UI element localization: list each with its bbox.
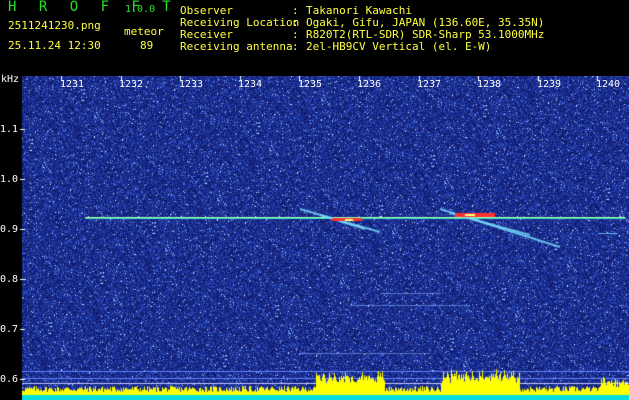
y-tick-label: 0.8 xyxy=(0,274,19,285)
app-version: 1.0.0 xyxy=(125,4,156,15)
header-panel: H R O F F T 1.0.0 2511241230.png 25.11.2… xyxy=(0,0,629,76)
x-tick-label: 1232 xyxy=(119,79,144,90)
x-tick-label: 1236 xyxy=(357,79,382,90)
axis-unit-label: kHz xyxy=(1,74,20,85)
image-datetime: 25.11.24 12:30 xyxy=(8,39,101,52)
meteor-count: 89 xyxy=(140,39,154,52)
y-tick-label: 0.6 xyxy=(0,374,19,385)
meteor-label: meteor xyxy=(124,25,164,38)
image-filename: 2511241230.png xyxy=(8,19,101,32)
x-tick-label: 1234 xyxy=(238,79,263,90)
x-tick-label: 1238 xyxy=(477,79,502,90)
y-tick-label: 0.7 xyxy=(0,324,19,335)
y-tick-label: 0.9 xyxy=(0,224,19,235)
x-tick-label: 1231 xyxy=(60,79,85,90)
x-tick-label: 1233 xyxy=(179,79,204,90)
y-tick-label: 1.0 xyxy=(0,174,19,185)
x-tick-label: 1239 xyxy=(537,79,562,90)
x-tick-label: 1235 xyxy=(298,79,323,90)
y-tick-label: 1.1 xyxy=(0,124,19,135)
antenna-colon: : xyxy=(292,40,299,53)
spectrogram xyxy=(0,76,629,400)
antenna-value: 2el-HB9CV Vertical (el. E-W) xyxy=(306,40,492,53)
x-tick-label: 1240 xyxy=(596,79,621,90)
antenna-label: Receiving antenna xyxy=(180,40,293,53)
x-tick-label: 1237 xyxy=(417,79,442,90)
